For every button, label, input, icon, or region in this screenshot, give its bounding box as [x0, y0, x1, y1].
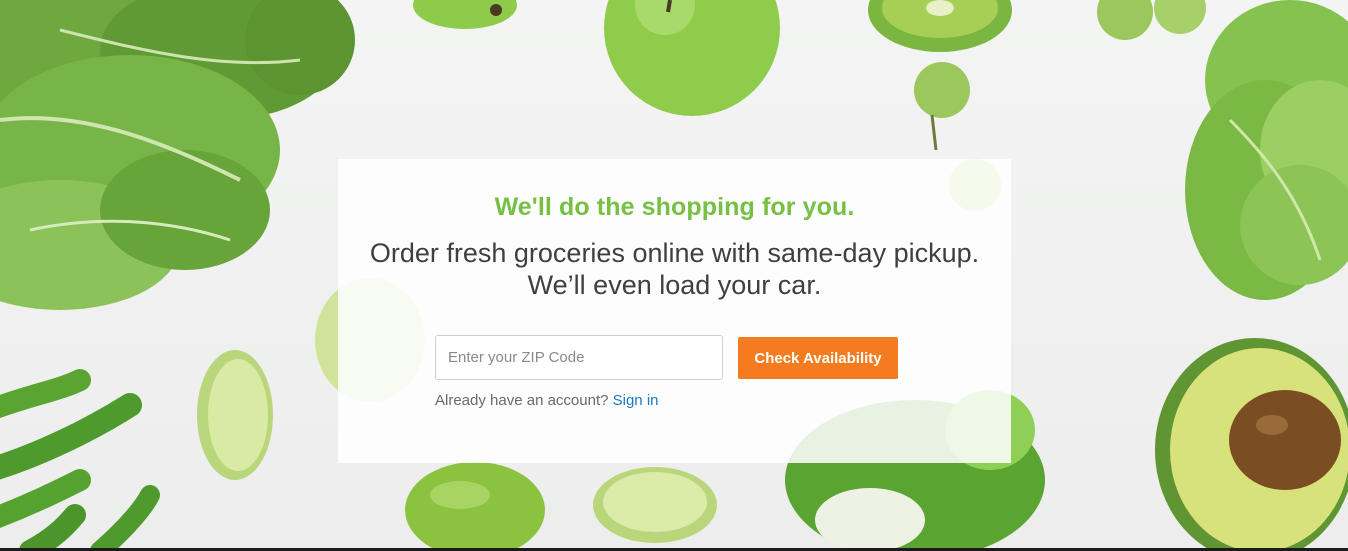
- subheadline: Order fresh groceries online with same-d…: [338, 237, 1011, 301]
- check-availability-button[interactable]: Check Availability: [738, 337, 898, 379]
- leafy-greens-topleft: [0, 0, 355, 310]
- green-apple-left: [413, 0, 517, 29]
- green-peppers-left: [0, 369, 160, 551]
- signin-row: Already have an account? Sign in: [435, 392, 659, 409]
- headline: We'll do the shopping for you.: [494, 193, 855, 221]
- lime-slice-left: [197, 350, 273, 480]
- zip-code-input[interactable]: [435, 335, 723, 380]
- green-apple-center: [604, 0, 780, 116]
- signup-card: We'll do the shopping for you. Order fre…: [338, 159, 1011, 463]
- subheadline-line-2: We’ll even load your car.: [527, 270, 822, 300]
- signin-link[interactable]: Sign in: [613, 392, 659, 409]
- kiwi-slice: [868, 0, 1012, 52]
- lettuce-right: [1185, 0, 1348, 300]
- avocado: [1155, 338, 1348, 551]
- lime-bottom: [405, 462, 545, 551]
- lime-slice-bottom: [593, 467, 717, 543]
- subheadline-line-1: Order fresh groceries online with same-d…: [369, 238, 980, 268]
- signin-prompt: Already have an account?: [435, 392, 613, 409]
